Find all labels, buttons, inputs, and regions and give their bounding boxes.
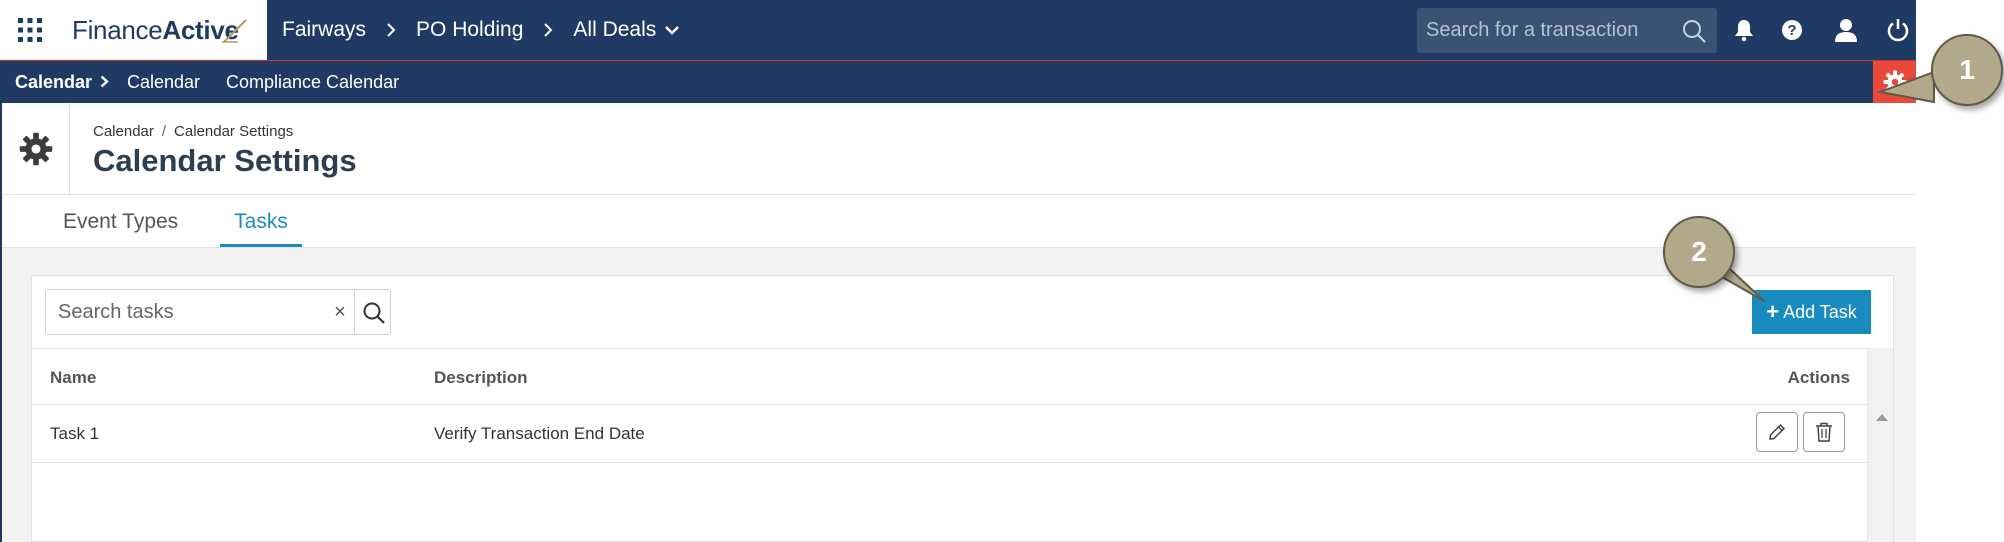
breadcrumb-fairways[interactable]: Fairways xyxy=(282,18,366,42)
subnav-item-calendar[interactable]: Calendar xyxy=(127,61,200,103)
breadcrumb: Calendar / Calendar Settings xyxy=(93,123,293,140)
page-settings-icon-box xyxy=(2,103,70,195)
edit-task-button[interactable] xyxy=(1756,412,1798,452)
add-task-label: Add Task xyxy=(1783,301,1857,322)
top-bar: FinanceActive Fairways PO Holding All De… xyxy=(0,0,1916,60)
transaction-search xyxy=(1417,8,1717,53)
gear-icon xyxy=(19,132,52,166)
breadcrumb-current: Calendar Settings xyxy=(174,123,294,140)
add-task-button[interactable]: + Add Task xyxy=(1752,290,1871,334)
task-description: Verify Transaction End Date xyxy=(434,424,645,443)
calendar-subnav: Calendar Calendar Compliance Calendar xyxy=(0,60,1916,103)
bell-icon[interactable] xyxy=(1731,17,1757,43)
svg-text:?: ? xyxy=(1787,22,1796,39)
table-header: Name Description Actions xyxy=(32,348,1867,405)
column-header-description[interactable]: Description xyxy=(434,368,528,388)
scroll-up-arrow-icon[interactable] xyxy=(1876,414,1888,421)
column-header-name[interactable]: Name xyxy=(50,368,96,388)
tab-tasks[interactable]: Tasks xyxy=(220,210,302,247)
subnav-item-compliance-calendar[interactable]: Compliance Calendar xyxy=(226,61,399,103)
callout-badge-2: 2 xyxy=(1663,216,1735,288)
transaction-breadcrumb: Fairways PO Holding All Deals xyxy=(282,0,680,60)
table-row[interactable]: Task 1 Verify Transaction End Date xyxy=(32,405,1867,463)
tasks-panel: × + Add Task Name Description Actions Ta… xyxy=(31,275,1894,542)
breadcrumb-po-holding[interactable]: PO Holding xyxy=(416,18,523,42)
apps-grid-icon[interactable] xyxy=(18,18,42,42)
close-icon[interactable]: × xyxy=(330,301,350,323)
search-icon[interactable] xyxy=(362,301,386,325)
plus-icon: + xyxy=(1766,299,1780,324)
callout-badge-1: 1 xyxy=(1931,34,2003,106)
column-header-actions: Actions xyxy=(1787,368,1850,387)
power-icon[interactable] xyxy=(1885,17,1911,43)
subnav-section[interactable]: Calendar xyxy=(15,61,109,103)
search-icon[interactable] xyxy=(1681,18,1707,44)
deals-dropdown[interactable]: All Deals xyxy=(573,18,656,42)
task-search-input[interactable] xyxy=(46,290,316,334)
breadcrumb-calendar[interactable]: Calendar xyxy=(93,123,154,140)
chevron-right-icon xyxy=(544,23,553,37)
pencil-icon xyxy=(1769,423,1786,440)
logo-slash-mark xyxy=(222,19,247,43)
settings-tabs: Event Types Tasks xyxy=(2,196,1916,247)
breadcrumb-separator: / xyxy=(161,123,167,140)
page-title: Calendar Settings xyxy=(93,143,357,178)
table-scrollbar[interactable] xyxy=(1867,348,1893,542)
search-divider xyxy=(354,290,355,334)
page-header: Calendar / Calendar Settings Calendar Sett… xyxy=(2,103,1916,195)
tab-event-types[interactable]: Event Types xyxy=(63,210,178,247)
logo[interactable]: FinanceActive xyxy=(72,15,239,46)
transaction-search-input[interactable] xyxy=(1417,8,1667,53)
logo-primary: Finance xyxy=(72,15,163,45)
subnav-section-label: Calendar xyxy=(15,72,93,92)
chevron-right-icon xyxy=(387,23,396,37)
chevron-down-icon[interactable] xyxy=(664,22,680,38)
user-icon[interactable] xyxy=(1833,17,1859,43)
task-name: Task 1 xyxy=(50,424,100,443)
logo-area: FinanceActive xyxy=(0,0,267,60)
task-search: × xyxy=(45,289,391,335)
delete-task-button[interactable] xyxy=(1803,412,1845,452)
chevron-right-icon xyxy=(100,61,109,103)
help-icon[interactable]: ? xyxy=(1779,17,1805,43)
trash-icon xyxy=(1816,422,1832,442)
